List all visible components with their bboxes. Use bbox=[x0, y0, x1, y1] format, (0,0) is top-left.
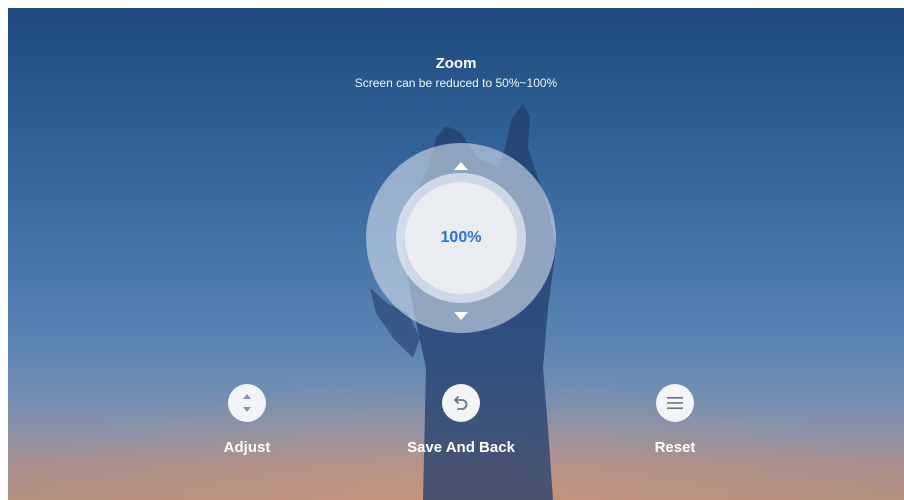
reset-label: Reset bbox=[654, 439, 696, 456]
zoom-dial[interactable]: 100% bbox=[366, 143, 556, 333]
save-and-back-button[interactable]: Save And Back bbox=[386, 384, 536, 458]
page-title: Zoom bbox=[435, 55, 477, 72]
zoom-value-label: 100% bbox=[440, 229, 482, 246]
menu-lines-icon[interactable] bbox=[656, 384, 694, 422]
zoom-screen: Zoom Screen can be reduced to 50%~100% 1… bbox=[8, 8, 904, 500]
page-subtitle: Screen can be reduced to 50%~100% bbox=[354, 76, 558, 90]
reset-button[interactable]: Reset bbox=[600, 384, 750, 458]
up-down-arrows-icon[interactable] bbox=[228, 384, 266, 422]
adjust-label: Adjust bbox=[223, 439, 271, 456]
zoom-dial-ring: 100% bbox=[396, 173, 526, 303]
save-and-back-label: Save And Back bbox=[407, 439, 515, 456]
adjust-button[interactable]: Adjust bbox=[172, 384, 322, 458]
zoom-decrease-arrow-icon[interactable] bbox=[454, 312, 468, 320]
undo-arrow-icon[interactable] bbox=[442, 384, 480, 422]
zoom-value-display: 100% bbox=[405, 182, 517, 294]
zoom-header: Zoom Screen can be reduced to 50%~100% bbox=[8, 54, 904, 92]
zoom-increase-arrow-icon[interactable] bbox=[454, 162, 468, 170]
